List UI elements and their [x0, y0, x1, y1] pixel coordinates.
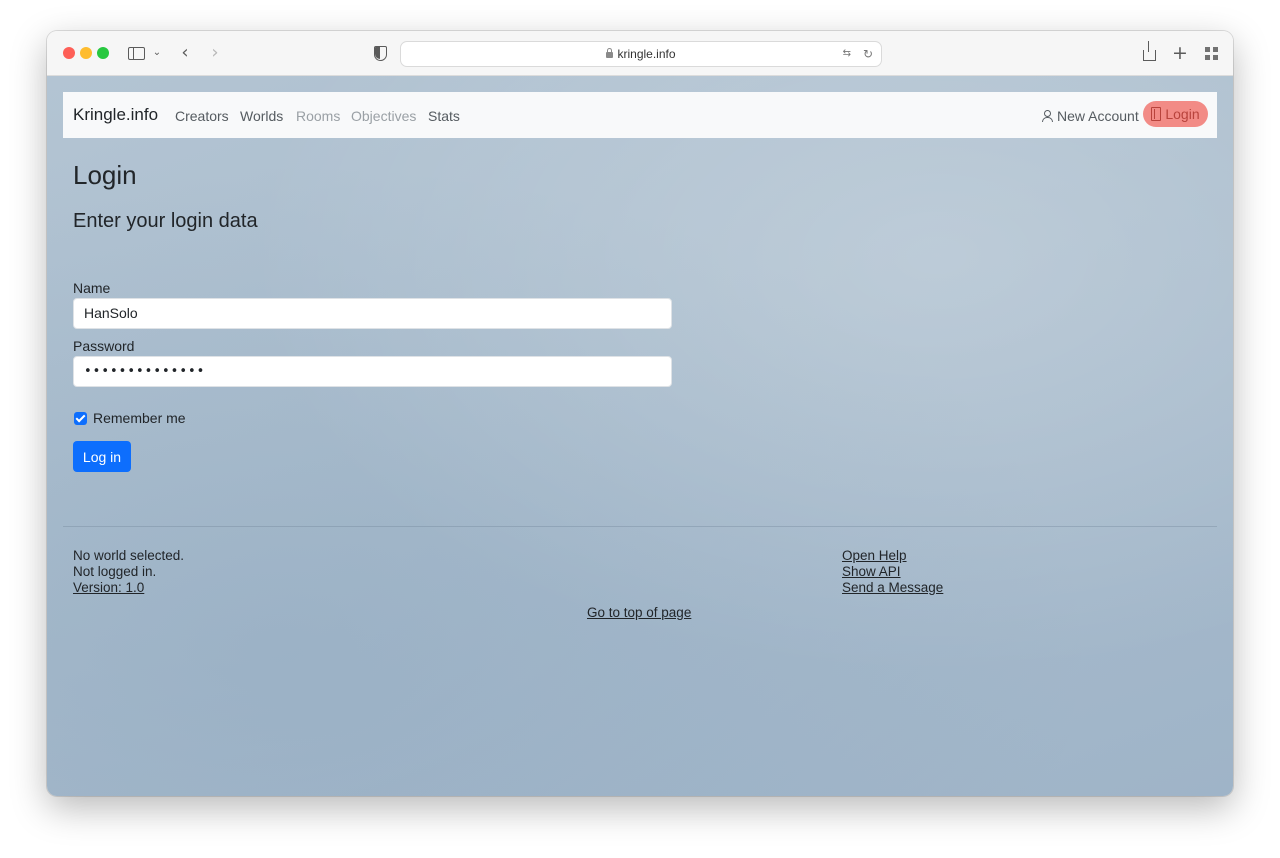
go-to-top-link[interactable]: Go to top of page — [587, 605, 691, 620]
close-window-button[interactable] — [63, 47, 75, 59]
send-message-link[interactable]: Send a Message — [842, 580, 943, 595]
tab-overview-icon[interactable] — [1202, 41, 1220, 65]
name-input[interactable]: HanSolo — [73, 298, 672, 329]
page-viewport: Kringle.info Creators Worlds Rooms Objec… — [47, 76, 1233, 796]
remember-me-label[interactable]: Remember me — [93, 410, 186, 426]
show-api-link[interactable]: Show API — [842, 564, 901, 579]
door-icon — [1151, 107, 1162, 121]
page-title: Login — [73, 160, 137, 190]
sidebar-icon[interactable] — [127, 41, 145, 65]
login-status-text: Not logged in. — [73, 564, 157, 579]
new-tab-icon[interactable]: + — [1171, 41, 1189, 65]
navbar: Kringle.info Creators Worlds Rooms Objec… — [63, 92, 1217, 138]
nav-worlds[interactable]: Worlds — [240, 108, 283, 124]
world-status-text: No world selected. — [73, 548, 185, 563]
version-link[interactable]: Version: 1.0 — [73, 580, 144, 595]
reload-icon[interactable]: ↻ — [863, 42, 873, 66]
forward-arrow-icon[interactable]: › — [207, 41, 223, 65]
privacy-shield-icon[interactable] — [371, 41, 389, 65]
remember-me-checkbox[interactable] — [74, 412, 87, 425]
password-input[interactable]: •••••••••••••• — [73, 356, 672, 387]
nav-stats[interactable]: Stats — [428, 108, 460, 124]
brand-link[interactable]: Kringle.info — [73, 105, 158, 125]
footer-divider — [63, 526, 1217, 527]
new-account-link[interactable]: New Account — [1041, 108, 1139, 124]
back-arrow-icon[interactable]: ‹ — [177, 41, 193, 65]
share-icon[interactable] — [1140, 41, 1158, 65]
person-icon — [1041, 110, 1053, 122]
lock-icon — [606, 48, 614, 58]
password-label: Password — [73, 338, 135, 354]
log-in-button[interactable]: Log in — [73, 441, 131, 472]
nav-creators[interactable]: Creators — [175, 108, 229, 124]
login-nav-link[interactable]: Login — [1143, 101, 1208, 127]
chevron-down-icon[interactable]: ⌄ — [151, 41, 163, 65]
new-account-label: New Account — [1057, 108, 1139, 124]
login-nav-label: Login — [1165, 106, 1200, 122]
section-title: Enter your login data — [73, 210, 258, 232]
browser-window: ⌄ ‹ › kringle.info ⇆ ↻ + Kringle.info Cr… — [47, 31, 1233, 796]
minimize-window-button[interactable] — [80, 47, 92, 59]
name-label: Name — [73, 280, 111, 296]
address-bar[interactable]: kringle.info ⇆ ↻ — [400, 41, 882, 67]
translate-icon[interactable]: ⇆ — [843, 42, 851, 66]
nav-rooms: Rooms — [296, 108, 341, 124]
nav-objectives: Objectives — [351, 108, 417, 124]
open-help-link[interactable]: Open Help — [842, 548, 907, 563]
url-text: kringle.info — [617, 47, 676, 61]
zoom-window-button[interactable] — [97, 47, 109, 59]
browser-toolbar: ⌄ ‹ › kringle.info ⇆ ↻ + — [47, 31, 1233, 76]
